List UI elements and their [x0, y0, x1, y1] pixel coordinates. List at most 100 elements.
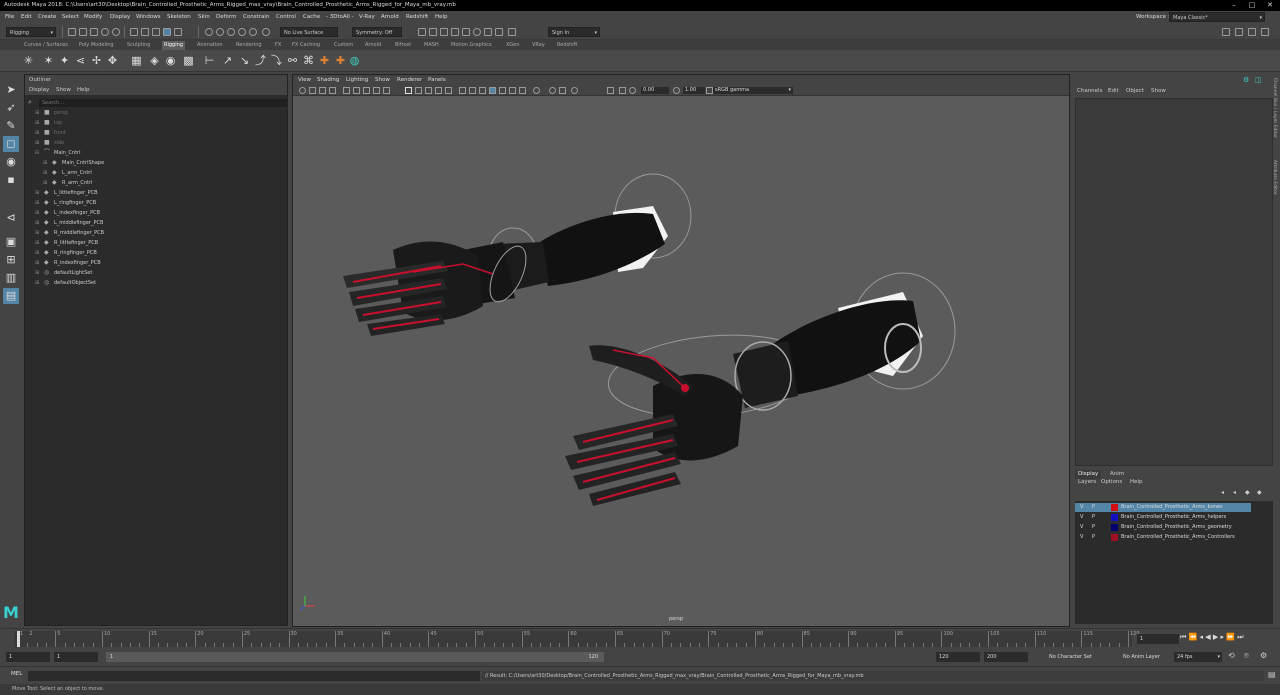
layer-menu-help[interactable]: Help [1130, 479, 1143, 485]
current-time-indicator[interactable] [17, 631, 20, 647]
outliner-item[interactable]: ⊞ ◆ L_middlefinger_PCB [25, 218, 287, 228]
vray-render-icon[interactable] [473, 28, 481, 36]
menu-modify[interactable]: Modify [84, 11, 102, 23]
expand-icon[interactable]: ⊞ [35, 208, 41, 218]
xray-components-icon[interactable] [509, 87, 516, 94]
outliner-item[interactable]: ⊞ ◆ R_ringfinger_PCB [25, 248, 287, 258]
layer-menu-options[interactable]: Options [1101, 479, 1122, 485]
layer-playback-toggle[interactable]: P [1092, 533, 1095, 542]
humanik-icon[interactable]: ◍ [348, 54, 361, 67]
exposure-field[interactable]: 0.00 [641, 87, 669, 94]
cluster-icon[interactable]: ◉ [164, 54, 177, 67]
create-joints-icon[interactable]: ✳ [22, 54, 35, 67]
resolution-gate-icon[interactable] [383, 87, 390, 94]
character-set-dropdown[interactable]: No Character Set [1046, 652, 1108, 662]
shelf-tab-mash[interactable]: MASH [424, 41, 439, 50]
vray-framebuffer-icon[interactable] [484, 28, 492, 36]
lattice-icon[interactable]: ▩ [182, 54, 195, 67]
image-plane-icon[interactable] [329, 87, 336, 94]
shelf-tab-vray[interactable]: VRay [532, 41, 545, 50]
insert-joint-icon[interactable]: ✶ [42, 54, 55, 67]
layer-visibility-toggle[interactable]: V [1080, 513, 1083, 522]
workspace-dropdown[interactable]: Maya Classic* ▾ [1169, 12, 1265, 22]
shadows-icon[interactable] [459, 87, 466, 94]
menu-help[interactable]: Help [435, 11, 448, 23]
layer-color-swatch[interactable] [1111, 504, 1118, 511]
viewport-panel[interactable]: View Shading Lighting Show Renderer Pane… [292, 74, 1070, 627]
outliner-search-input[interactable]: Search... [39, 99, 287, 107]
view-transform-dropdown[interactable]: sRGB gamma ▾ [713, 87, 793, 94]
select-object-icon[interactable] [141, 28, 149, 36]
go-to-start-icon[interactable]: ⏮ [1180, 633, 1186, 641]
menu-redshift[interactable]: Redshift [406, 11, 428, 23]
ipr-render-icon[interactable] [440, 28, 448, 36]
layer-playback-toggle[interactable]: P [1092, 513, 1095, 522]
shelf-tab-rendering[interactable]: Rendering [236, 41, 262, 50]
layer-color-swatch[interactable] [1111, 534, 1118, 541]
expand-icon[interactable]: ⊞ [43, 168, 49, 178]
hik-add-icon[interactable]: ✚ [318, 54, 331, 67]
viewport-menu-renderer[interactable]: Renderer [397, 75, 422, 85]
tool-settings-toggle-icon[interactable] [1248, 28, 1256, 36]
step-back-frame-icon[interactable]: ◂ [1200, 633, 1204, 641]
move-layer-down-icon[interactable]: ◂ [1233, 489, 1236, 496]
layer-playback-toggle[interactable]: P [1092, 503, 1095, 512]
shelf-tab-arnold[interactable]: Arnold [365, 41, 381, 50]
select-component-icon[interactable] [152, 28, 160, 36]
persp-outliner-layout-icon[interactable]: ▤ [3, 288, 19, 304]
layer-row[interactable]: V P Brain_Controlled_Prosthetic_Arms_geome… [1075, 523, 1251, 532]
expand-icon[interactable]: ⊞ [35, 138, 41, 148]
grid-icon[interactable] [363, 87, 370, 94]
outliner-menu-display[interactable]: Display [29, 85, 49, 95]
channel-box-menu-object[interactable]: Object [1126, 88, 1144, 94]
outliner-item[interactable]: ⊞ ■ side [25, 138, 287, 148]
snap-curve-icon[interactable] [216, 28, 224, 36]
animation-end-field[interactable]: 200 [984, 652, 1028, 662]
outliner-menu-show[interactable]: Show [56, 85, 71, 95]
film-gate-icon[interactable] [373, 87, 380, 94]
command-language-toggle[interactable]: MEL [11, 671, 22, 677]
side-tab-attribute-editor[interactable]: Attribute Editor [1272, 160, 1277, 195]
symmetry-dropdown[interactable]: Symmetry: Off [352, 27, 402, 37]
layer-color-swatch[interactable] [1111, 524, 1118, 531]
menu-edit[interactable]: Edit [21, 11, 32, 23]
anim-layer-dropdown[interactable]: No Anim Layer [1120, 652, 1168, 662]
paint-select-icon[interactable]: ✎ [3, 118, 19, 134]
screen-space-ao-icon[interactable] [469, 87, 476, 94]
snap-grid-icon[interactable] [205, 28, 213, 36]
menu-windows[interactable]: Windows [136, 11, 161, 23]
shelf-tab-motion-graphics[interactable]: Motion Graphics [451, 41, 492, 50]
expand-icon[interactable]: ⊞ [35, 258, 41, 268]
lasso-tool-icon[interactable]: ➶ [3, 100, 19, 116]
step-forward-frame-icon[interactable]: ▸ [1221, 633, 1225, 641]
expand-icon[interactable]: ⊞ [35, 108, 41, 118]
bookmarks-icon[interactable] [319, 87, 326, 94]
outliner-item[interactable]: ⊞ ◆ L_arm_Cntrl [25, 168, 287, 178]
xray-icon[interactable] [489, 87, 496, 94]
menu-skeleton[interactable]: Skeleton [167, 11, 191, 23]
channel-box-settings-icon[interactable]: ⚙ [1243, 76, 1249, 84]
last-tool-icon[interactable]: ⊲ [3, 210, 19, 226]
expand-icon[interactable]: ⊞ [43, 158, 49, 168]
gamma-field[interactable]: 1.00 [683, 87, 705, 94]
channel-box-menu-channels[interactable]: Channels [1077, 88, 1102, 94]
play-backwards-icon[interactable]: ◀ [1205, 633, 1210, 641]
redo-icon[interactable] [112, 28, 120, 36]
command-input[interactable] [28, 671, 480, 681]
menuset-dropdown[interactable]: Rigging ▾ [6, 27, 56, 37]
quick-rig-icon[interactable]: ✥ [106, 54, 119, 67]
side-tab-channel-box[interactable]: Channel Box / Layer Editor [1272, 78, 1277, 138]
fps-dropdown[interactable]: 24 fps ▾ [1174, 652, 1222, 662]
channel-icon[interactable] [629, 87, 636, 94]
layer-tab-anim[interactable]: Anim [1107, 470, 1127, 479]
viewport-menu-show[interactable]: Show [375, 75, 390, 85]
depth-of-field-icon[interactable] [559, 87, 566, 94]
search-icon[interactable]: ⌕ [28, 98, 32, 107]
motion-blur-icon[interactable] [479, 87, 486, 94]
time-slider-track[interactable]: 1 2 5 10 15 20 25 30 35 40 45 50 55 60 65 70 75 80 85 90 95 1… [14, 631, 1140, 647]
open-scene-icon[interactable] [79, 28, 87, 36]
layer-row[interactable]: V P Brain_Controlled_Prosthetic_Arms_bones [1075, 503, 1251, 512]
menu-deform[interactable]: Deform [216, 11, 236, 23]
outliner-menu-help[interactable]: Help [77, 85, 90, 95]
render-settings-icon[interactable] [451, 28, 459, 36]
